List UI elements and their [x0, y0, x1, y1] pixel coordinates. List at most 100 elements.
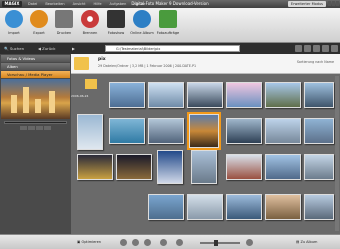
photo-thumbnail[interactable] [157, 150, 183, 184]
photo-thumbnail[interactable] [265, 118, 301, 144]
photo-thumbnail[interactable] [109, 118, 145, 144]
photo-thumbnail[interactable] [304, 82, 334, 108]
thumbnail-date: 2006-06-24 [71, 94, 89, 98]
playback-scrubber[interactable] [4, 121, 67, 124]
maximize-icon[interactable] [332, 1, 335, 6]
rotate-left-icon[interactable] [120, 239, 127, 246]
photo-thumbnail[interactable] [226, 154, 262, 180]
photo-thumbnail[interactable] [265, 82, 301, 108]
menu-ansicht[interactable]: Ansicht [73, 1, 86, 7]
fotoshow-button[interactable]: Fotoshow [104, 10, 128, 35]
vertical-scrollbar[interactable] [335, 76, 339, 231]
menu-bearbeiten[interactable]: Bearbeiten [45, 1, 64, 7]
photo-thumbnail[interactable] [148, 194, 184, 220]
print-label: Drucken [56, 31, 72, 35]
rotate-right-icon[interactable] [132, 239, 139, 246]
photo-thumbnail[interactable] [148, 82, 184, 108]
print-button[interactable]: Drucken [52, 10, 76, 35]
photo-thumbnail[interactable] [116, 154, 152, 180]
new-folder-icon[interactable] [322, 45, 329, 52]
burn-label: Brennen [82, 31, 98, 35]
photo-orders-button[interactable]: Fotoaufträge [156, 10, 180, 35]
thumbnail-area: pix 29 Dateien/Ordner | 3,2 MB | 1 Febru… [71, 54, 340, 234]
burn-button[interactable]: Brennen [78, 10, 102, 35]
photo-thumbnail[interactable] [109, 82, 145, 108]
sidebar-item-albums[interactable]: Alben [1, 63, 70, 70]
zoom-in-icon[interactable] [176, 239, 183, 246]
player-controls [0, 126, 71, 130]
delete-icon[interactable] [331, 45, 338, 52]
slider-knob[interactable] [214, 240, 218, 246]
online-album-button[interactable]: Online Album [130, 10, 154, 35]
photo-thumbnail[interactable] [226, 118, 262, 144]
extended-mode-button[interactable]: Erweiterter Modus [287, 1, 326, 7]
online-album-label: Online Album [130, 31, 154, 35]
optimize-button[interactable]: ▣ Optimieren [77, 239, 101, 246]
folder-up-icon[interactable] [313, 45, 320, 52]
to-album-label: Zu Album [300, 240, 318, 244]
view-grid-icon[interactable] [295, 45, 302, 52]
path-field[interactable]: G:\Testmaterial\Bilder\pix [105, 45, 240, 52]
thumbnail-size-slider[interactable] [200, 240, 240, 246]
search-label: Suchen [9, 46, 24, 51]
folder-header: pix 29 Dateien/Ordner | 3,2 MB | 1 Febru… [71, 54, 340, 74]
search-button[interactable]: 🔍 Suchen [4, 45, 24, 52]
app-logo: MAGIX [2, 1, 22, 7]
previous-icon[interactable] [36, 126, 43, 130]
forward-button[interactable]: ▶ [72, 45, 75, 52]
fotoshow-label: Fotoshow [107, 31, 125, 35]
stop-icon[interactable] [28, 126, 35, 130]
photo-thumbnail[interactable] [304, 194, 334, 220]
photo-thumbnail[interactable] [148, 118, 184, 144]
photo-thumbnail[interactable] [187, 194, 223, 220]
menu-online[interactable]: Online [134, 1, 145, 7]
filmstrip-icon [107, 10, 125, 28]
enlarge-icon[interactable] [246, 239, 253, 246]
photo-thumbnail[interactable] [77, 154, 113, 180]
menu-datei[interactable]: Datei [28, 1, 37, 7]
sidebar-item-photos-videos[interactable]: Fotos & Videos [1, 55, 70, 62]
back-label: Zurück [42, 46, 56, 51]
photo-thumbnail[interactable] [77, 114, 103, 150]
sidebar-item-preview-player[interactable]: Vorschau / Media Player [1, 71, 70, 78]
import-label: Import [8, 31, 20, 35]
next-icon[interactable] [44, 126, 51, 130]
menu-hilfe[interactable]: Hilfe [94, 1, 102, 7]
navigation-bar: 🔍 Suchen ◀ Zurück ▶ G:\Testmaterial\Bild… [0, 43, 340, 54]
photo-order-icon [159, 10, 177, 28]
export-icon [30, 10, 48, 28]
photo-thumbnail[interactable] [226, 194, 262, 220]
minimize-icon[interactable] [328, 1, 331, 6]
window-controls [328, 1, 339, 6]
main-toolbar: Import Export Drucken Brennen Fotoshow O… [0, 8, 340, 43]
photo-thumbnail[interactable] [265, 194, 301, 220]
globe-icon [133, 10, 151, 28]
photo-thumbnail[interactable] [226, 82, 262, 108]
photo-thumbnail[interactable] [191, 150, 217, 184]
export-label: Export [33, 31, 45, 35]
sort-order[interactable]: Sortierung nach Name [297, 60, 334, 64]
printer-icon [55, 10, 73, 28]
play-icon[interactable] [20, 126, 27, 130]
preview-image [1, 79, 70, 119]
photo-thumbnail-selected[interactable] [187, 112, 221, 150]
menu-aufgaben[interactable]: Aufgaben [109, 1, 126, 7]
photo-thumbnail[interactable] [304, 154, 334, 180]
photo-thumbnail[interactable] [265, 154, 301, 180]
folder-icon [74, 57, 89, 70]
view-list-icon[interactable] [304, 45, 311, 52]
import-button[interactable]: Import [2, 10, 26, 35]
folder-info: 29 Dateien/Ordner | 3,2 MB | 1 Februar 2… [98, 64, 197, 68]
title-bar: MAGIX Datei Bearbeiten Ansicht Hilfe Auf… [0, 0, 340, 8]
close-icon[interactable] [336, 1, 339, 6]
export-button[interactable]: Export [27, 10, 51, 35]
to-album-button[interactable]: ▤ Zu Album [296, 239, 317, 246]
back-button[interactable]: ◀ Zurück [38, 45, 55, 52]
delete-photo-icon[interactable] [144, 239, 151, 246]
photo-thumbnail[interactable] [304, 118, 334, 144]
subfolder-icon[interactable] [85, 79, 97, 89]
bottom-bar: ▣ Optimieren ▤ Zu Album [0, 234, 340, 249]
photo-orders-label: Fotoaufträge [156, 31, 180, 35]
photo-thumbnail[interactable] [187, 82, 223, 108]
zoom-out-icon[interactable] [160, 239, 167, 246]
